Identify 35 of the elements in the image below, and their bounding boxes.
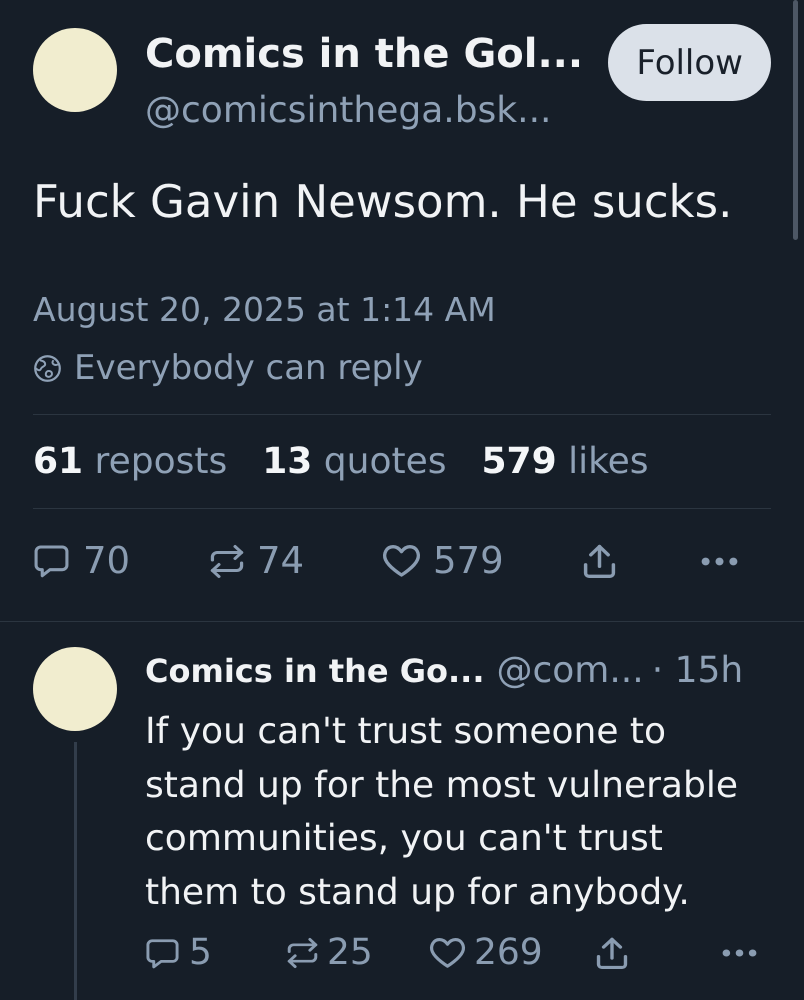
share-button[interactable] [596, 937, 628, 969]
loop-arrows-icon [210, 544, 244, 578]
heart-icon [383, 545, 420, 577]
scrollbar-thumb[interactable] [793, 0, 798, 240]
heart-icon [430, 938, 465, 968]
more-icon [701, 556, 738, 566]
author-handle[interactable]: @com... [496, 649, 644, 693]
author-name[interactable]: Comics in the Gol... [145, 29, 584, 79]
speech-bubble-icon [33, 544, 70, 578]
repost-button[interactable]: 74 [210, 537, 304, 585]
reply-button[interactable]: 5 [145, 931, 212, 975]
reply-button[interactable]: 70 [33, 537, 130, 585]
like-button[interactable]: 269 [430, 931, 543, 975]
loop-arrows-icon [287, 938, 318, 968]
post-timestamp: August 20, 2025 at 1:14 AM [33, 289, 497, 331]
share-icon [596, 937, 628, 969]
post-text: Fuck Gavin Newsom. He sucks. [33, 174, 734, 230]
more-icon [722, 949, 757, 957]
like-button[interactable]: 579 [383, 537, 504, 585]
share-icon [583, 544, 616, 578]
globe-icon [34, 354, 61, 382]
more-button[interactable] [722, 949, 757, 957]
stat-link[interactable]: 579 likes [481, 439, 649, 485]
reply-permission-text: Everybody can reply [74, 347, 423, 390]
speech-bubble-icon [145, 938, 180, 968]
more-button[interactable] [701, 556, 738, 566]
post-text: If you can't trust someone to stand up for the most vulnerable communities, you can't trust them to stand up for anybody. [145, 710, 739, 914]
follow-button[interactable]: Follow [608, 24, 771, 101]
share-button[interactable] [583, 544, 616, 578]
stat-link[interactable]: 61 reposts [33, 439, 228, 485]
stat-link[interactable]: 13 quotes [262, 439, 446, 485]
repost-button[interactable]: 25 [287, 931, 373, 975]
post-time: · 15h [652, 649, 744, 693]
author-name[interactable]: Comics in the Go... [145, 649, 484, 693]
author-handle[interactable]: @comicsinthega.bsk... [145, 89, 584, 133]
